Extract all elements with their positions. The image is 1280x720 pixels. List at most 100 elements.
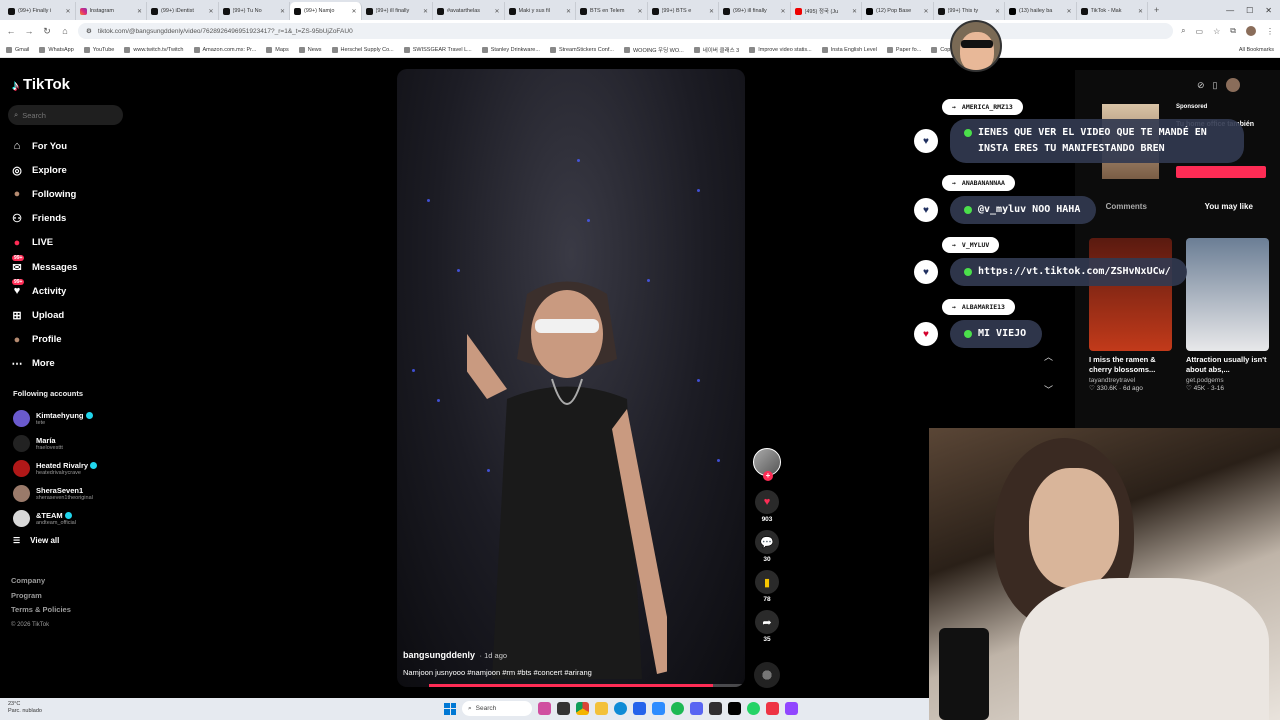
search-box[interactable]: ⌕ [8, 105, 123, 125]
bookmark-item[interactable]: 네이버 클래스 3 [693, 46, 739, 54]
bookmark-item[interactable]: Amazon.com.mx: Pr... [193, 46, 256, 53]
nav-item-messages[interactable]: ✉ Messages 99+ [10, 254, 128, 279]
close-tab-icon[interactable]: ✕ [1066, 8, 1071, 15]
maximize-icon[interactable]: ☐ [1246, 6, 1253, 15]
url-field[interactable]: ⚙ tiktok.com/@bangsungddenly/video/76289… [78, 23, 1174, 39]
store-icon[interactable] [633, 702, 646, 715]
heart-icon[interactable]: ♥ [755, 490, 779, 514]
bookmark-item[interactable]: WOOING 우딩 WO... [623, 46, 684, 54]
browser-tab[interactable]: TikTok - Mak ✕ [1077, 2, 1148, 20]
close-tab-icon[interactable]: ✕ [423, 8, 428, 15]
nav-item-upload[interactable]: ⊞ Upload [10, 303, 128, 327]
following-account[interactable]: Kimtaehyung tete [13, 406, 128, 431]
video-author[interactable]: bangsungddenly · 1d ago [403, 650, 507, 660]
following-account[interactable]: SheraSeven1 sheraseven1theoriginal [13, 481, 128, 506]
browser-menu-icon[interactable]: ⋮ [1266, 27, 1274, 36]
bookmark-item[interactable]: Maps [266, 46, 289, 53]
zoom-icon[interactable]: ⌕ [1181, 26, 1185, 36]
nav-item-more[interactable]: ⋯ More [10, 352, 128, 376]
close-tab-icon[interactable]: ✕ [923, 8, 928, 15]
discord-icon[interactable] [690, 702, 703, 715]
browser-tab[interactable]: (99+) This ty ✕ [934, 2, 1005, 20]
video-player[interactable]: bangsungddenly · 1d ago Namjoon jusnyooo… [397, 69, 745, 687]
bookmark-icon[interactable]: ▮ [755, 570, 779, 594]
nav-item-friends[interactable]: ⚇ Friends [10, 207, 128, 231]
close-tab-icon[interactable]: ✕ [709, 8, 714, 15]
like-action[interactable]: ♥ 903 [751, 490, 783, 527]
minimize-icon[interactable]: — [1226, 6, 1234, 15]
video-username[interactable]: bangsungddenly [403, 650, 475, 660]
capcut-icon[interactable] [728, 702, 741, 715]
nav-item-following[interactable]: ● Following [10, 182, 128, 206]
close-tab-icon[interactable]: ✕ [780, 8, 785, 15]
browser-tab[interactable]: Maki y sus fil ✕ [505, 2, 576, 20]
browser-tab[interactable]: BTS en Telem ✕ [576, 2, 648, 20]
browser-tab[interactable]: Instagram ✕ [76, 2, 147, 20]
windows-start-icon[interactable] [444, 702, 456, 715]
comment-action[interactable]: 💬 30 [751, 530, 783, 567]
following-account[interactable]: María fraelovesttt [13, 431, 128, 456]
bookmark-item[interactable]: SWISSGEAR Travel L... [403, 46, 472, 53]
creator-avatar[interactable]: + [753, 448, 781, 481]
obs-icon[interactable] [709, 702, 722, 715]
widgets-icon[interactable] [538, 702, 551, 715]
user-avatar[interactable] [1225, 78, 1240, 92]
nav-item-explore[interactable]: ◎ Explore [10, 158, 128, 182]
bookmark-item[interactable]: StreamStickers Conf... [549, 46, 614, 53]
browser-profile-avatar[interactable] [1246, 26, 1256, 36]
share-action[interactable]: ➦ 35 [751, 610, 783, 647]
recommend-author[interactable]: tayandtreytravel [1089, 377, 1172, 384]
taskbar-search[interactable]: ⌕ Search [462, 701, 532, 716]
view-all-button[interactable]: ☰ View all [13, 536, 59, 545]
whatsapp-icon[interactable] [747, 702, 760, 715]
browser-tab[interactable]: #avatarthelas ✕ [433, 2, 505, 20]
zoom-app-icon[interactable] [652, 702, 665, 715]
streamer-app-icon[interactable] [785, 702, 798, 715]
browser-tab[interactable]: (99+) BTS e ✕ [648, 2, 719, 20]
device-icon[interactable]: ▯ [1213, 80, 1218, 91]
footer-terms-link[interactable]: Terms & Policies [11, 603, 71, 618]
following-account[interactable]: Heated Rivalry heatedrivalrycrave [13, 456, 128, 481]
following-account[interactable]: &TEAM andteam_official [13, 506, 128, 531]
chevron-up-icon[interactable]: ︿ [1044, 350, 1053, 363]
bookmark-item[interactable]: Stanley Drinkware... [481, 46, 540, 53]
chrome-icon[interactable] [576, 702, 589, 715]
footer-program-link[interactable]: Program [11, 589, 71, 604]
mute-icon[interactable]: ⊘ [1197, 80, 1205, 91]
app-icon[interactable] [766, 702, 779, 715]
recommend-author[interactable]: get.podgems [1186, 377, 1269, 384]
new-tab-icon[interactable]: + [1148, 5, 1165, 15]
account-avatar[interactable] [13, 510, 30, 527]
bookmark-item[interactable]: News [298, 46, 322, 53]
cast-icon[interactable]: ▭ [1196, 27, 1204, 36]
chevron-down-icon[interactable]: ﹀ [1044, 383, 1053, 396]
bookmark-item[interactable]: Paper fo... [886, 46, 921, 53]
bookmark-item[interactable]: Herschel Supply Co... [331, 46, 394, 53]
spotify-icon[interactable] [671, 702, 684, 715]
close-tab-icon[interactable]: ✕ [566, 8, 571, 15]
close-tab-icon[interactable]: ✕ [65, 8, 70, 15]
bookmark-star-icon[interactable]: ☆ [1213, 27, 1220, 36]
browser-tab[interactable]: (99+) ill finally ✕ [362, 2, 433, 20]
file-explorer-icon[interactable] [595, 702, 608, 715]
close-tab-icon[interactable]: ✕ [637, 8, 642, 15]
video-caption[interactable]: Namjoon jusnyooo #namjoon #rm #bts #conc… [403, 668, 592, 677]
weather-widget[interactable]: 23°C Parc. nublado [8, 701, 42, 715]
all-bookmarks[interactable]: All Bookmarks [1239, 47, 1274, 53]
browser-tab[interactable]: (99+) ill finally ✕ [719, 2, 791, 20]
save-action[interactable]: ▮ 78 [751, 570, 783, 607]
close-tab-icon[interactable]: ✕ [852, 8, 857, 15]
close-tab-icon[interactable]: ✕ [995, 8, 1000, 15]
account-avatar[interactable] [13, 410, 30, 427]
account-avatar[interactable] [13, 435, 30, 452]
tiktok-logo[interactable]: ♪ TikTok [12, 76, 70, 93]
nav-item-live[interactable]: ● LIVE [10, 231, 128, 255]
search-input[interactable] [22, 110, 113, 120]
close-tab-icon[interactable]: ✕ [280, 8, 285, 15]
bookmark-item[interactable]: Improve video statis... [749, 46, 812, 53]
nav-item-for-you[interactable]: ⌂ For You [10, 134, 128, 158]
close-tab-icon[interactable]: ✕ [494, 8, 499, 15]
share-icon[interactable]: ➦ [755, 610, 779, 634]
close-tab-icon[interactable]: ✕ [137, 8, 142, 15]
bookmark-item[interactable]: www.twitch.tv/Twitch [124, 46, 184, 53]
